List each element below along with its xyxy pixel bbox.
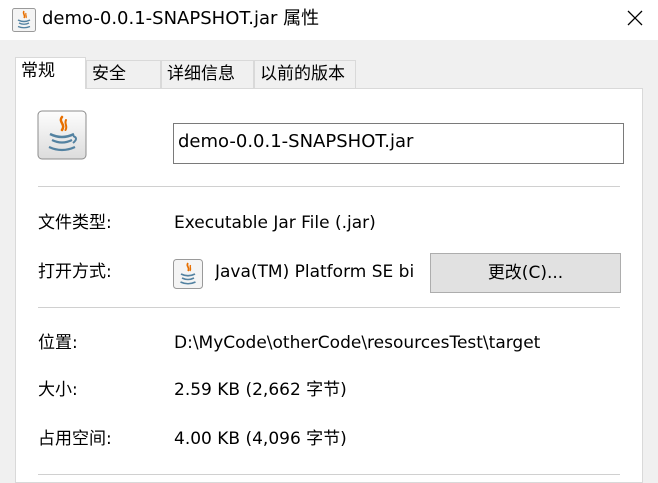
size-value: 2.59 KB (2,662 字节) (174, 380, 347, 400)
size-label: 大小: (38, 380, 78, 400)
open-with-value: Java(TM) Platform SE bi (215, 262, 415, 282)
jar-file-icon (37, 110, 87, 160)
location-label: 位置: (38, 333, 78, 353)
tab-previous-versions[interactable]: 以前的版本 (254, 60, 356, 88)
file-name-input[interactable]: demo-0.0.1-SNAPSHOT.jar (173, 123, 624, 164)
tab-details[interactable]: 详细信息 (161, 60, 254, 88)
java-icon (173, 259, 203, 289)
window-title: demo-0.0.1-SNAPSHOT.jar 属性 (42, 8, 320, 29)
file-type-value: Executable Jar File (.jar) (174, 213, 376, 233)
tab-security[interactable]: 安全 (86, 60, 161, 88)
disk-size-value: 4.00 KB (4,096 字节) (174, 429, 347, 449)
java-jar-icon (12, 8, 36, 32)
close-button[interactable] (612, 0, 658, 40)
divider (38, 307, 620, 308)
title-bar: demo-0.0.1-SNAPSHOT.jar 属性 (0, 0, 658, 40)
file-type-label: 文件类型: (38, 213, 112, 233)
location-value: D:\MyCode\otherCode\resourcesTest\target (174, 333, 541, 353)
tab-general[interactable]: 常规 (15, 57, 86, 89)
change-button[interactable]: 更改(C)... (430, 253, 621, 293)
close-icon (627, 10, 643, 30)
divider (38, 474, 620, 475)
open-with-label: 打开方式: (38, 262, 112, 282)
divider (38, 186, 620, 187)
disk-size-label: 占用空间: (38, 429, 112, 449)
